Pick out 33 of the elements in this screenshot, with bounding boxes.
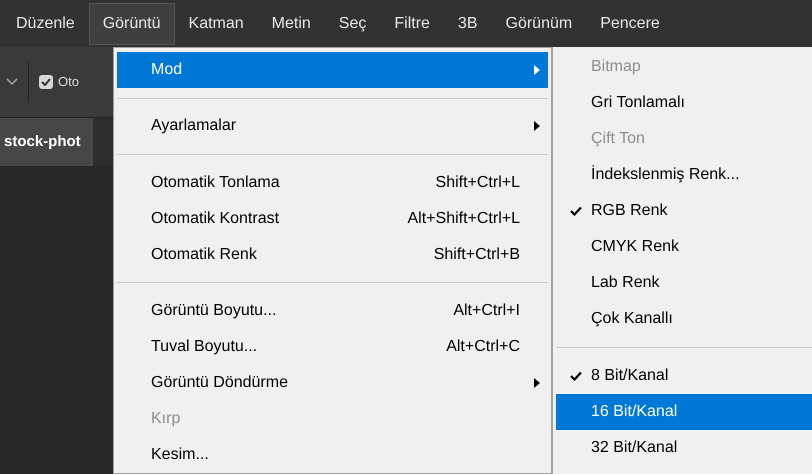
menu-bar-item[interactable]: Pencere: [586, 3, 674, 45]
menu-item[interactable]: Görüntü Boyutu... Alt+Ctrl+I: [117, 292, 548, 329]
menu-item[interactable]: Ayarlamalar: [117, 108, 548, 144]
menu-bar-item[interactable]: Görüntü: [88, 3, 175, 45]
chevron-down-icon[interactable]: [6, 78, 18, 86]
menu-item[interactable]: Gri Tonlamalı: [556, 85, 812, 121]
menu-bar-item[interactable]: Filtre: [380, 3, 444, 45]
menu-item[interactable]: Kesim...: [117, 436, 548, 473]
check-icon: [570, 206, 582, 216]
menu-item[interactable]: Tuval Boyutu... Alt+Ctrl+C: [117, 328, 548, 365]
menu-item[interactable]: RGB Renk: [556, 193, 812, 229]
document-tab[interactable]: stock-phot: [0, 118, 93, 166]
menu-bar-item[interactable]: Görünüm: [492, 3, 586, 45]
menu-bar-item[interactable]: Metin: [258, 3, 325, 45]
menu-item[interactable]: Otomatik Kontrast Alt+Shift+Ctrl+L: [117, 200, 548, 237]
menu-item[interactable]: Mod: [117, 52, 548, 88]
menu-bar-item[interactable]: Seç: [324, 3, 380, 45]
menu-item[interactable]: Çok Kanallı: [556, 301, 812, 337]
menu-item[interactable]: 8 Bit/Kanal: [556, 358, 812, 394]
menu-item[interactable]: Görüntü Döndürme: [117, 364, 548, 401]
checkbox[interactable]: [39, 75, 53, 89]
menu-bar-item[interactable]: Düzenle: [2, 3, 89, 45]
menu-item[interactable]: Otomatik Tonlama Shift+Ctrl+L: [117, 164, 548, 201]
menu-bar-item[interactable]: Katman: [174, 3, 258, 45]
menu-item[interactable]: Otomatik Renk Shift+Ctrl+B: [117, 236, 548, 273]
checkbox-label: Oto: [58, 73, 79, 92]
menu-item[interactable]: 32 Bit/Kanal: [556, 430, 812, 466]
menu-item[interactable]: CMYK Renk: [556, 229, 812, 265]
menu-bar-item[interactable]: 3B: [444, 3, 492, 45]
check-icon: [570, 371, 582, 381]
menu-item[interactable]: Lab Renk: [556, 265, 812, 301]
menu-item[interactable]: İndekslenmiş Renk...: [556, 157, 812, 193]
menu-item[interactable]: 16 Bit/Kanal: [556, 394, 812, 430]
